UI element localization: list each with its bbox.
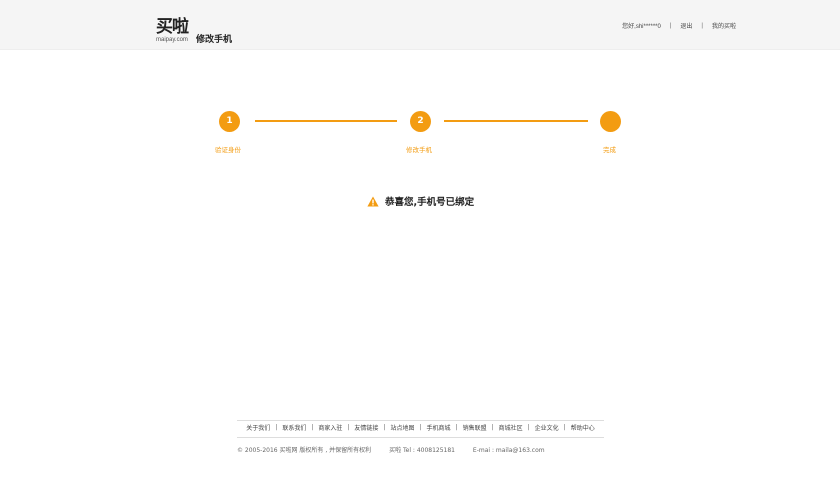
step-2-circle: 2 [410, 111, 431, 132]
success-message: 恭喜您,手机号已绑定 [367, 194, 474, 208]
footer-link-friends[interactable]: 友情链接 [354, 423, 378, 432]
footer-divider [237, 437, 604, 438]
footer-link-help[interactable]: 帮助中心 [571, 423, 595, 432]
step-connector-1 [255, 120, 397, 122]
step-1-label: 验证身份 [215, 146, 241, 154]
footer-link-community[interactable]: 商城社区 [499, 423, 523, 432]
footer-links: 关于我们 | 联系我们 | 商家入驻 | 友情链接 | 站点地图 | 手机商城 … [237, 423, 604, 432]
copyright-line: © 2005-2016 买啦网 版权所有 , 并保留所有权利 买啦 Tel : … [237, 445, 561, 454]
step-1-circle: 1 [219, 111, 240, 132]
footer-link-culture[interactable]: 企业文化 [535, 423, 559, 432]
tel-text: 买啦 Tel : 4008125181 [389, 447, 455, 454]
separator: | [563, 424, 566, 431]
footer-link-sitemap[interactable]: 站点地图 [390, 423, 414, 432]
footer-link-about[interactable]: 关于我们 [246, 423, 270, 432]
step-2-label: 修改手机 [406, 146, 432, 154]
separator: | [347, 424, 350, 431]
step-3-label: 完成 [603, 146, 616, 154]
footer-link-alliance[interactable]: 销售联盟 [463, 423, 487, 432]
email-text: E-mai : maila@163.com [472, 447, 545, 454]
copyright-text: © 2005-2016 买啦网 版权所有 , 并保留所有权利 [237, 447, 372, 454]
warning-triangle-icon [367, 196, 379, 206]
footer-link-mobile[interactable]: 手机商城 [427, 423, 451, 432]
progress-steps: 1 2 验证身份 修改手机 完成 [0, 0, 840, 200]
separator: | [311, 424, 314, 431]
footer-link-contact[interactable]: 联系我们 [282, 423, 306, 432]
separator: | [275, 424, 278, 431]
separator: | [491, 424, 494, 431]
separator: | [419, 424, 422, 431]
footer-link-merchant[interactable]: 商家入驻 [318, 423, 342, 432]
step-connector-2 [444, 120, 588, 122]
separator: | [527, 424, 530, 431]
separator: | [455, 424, 458, 431]
footer-divider [237, 420, 604, 421]
separator: | [383, 424, 386, 431]
step-3-circle [600, 111, 621, 132]
message-text: 恭喜您,手机号已绑定 [385, 197, 475, 208]
